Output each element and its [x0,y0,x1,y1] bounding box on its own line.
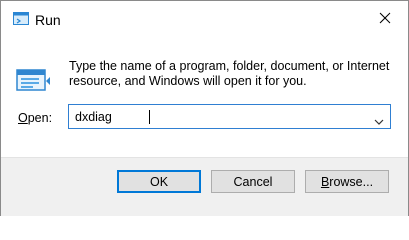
ok-button-label: OK [149,174,169,189]
browse-button-label: Browse... [321,175,373,189]
chevron-down-icon[interactable] [374,113,384,125]
run-icon [16,67,50,93]
run-dialog: Run Type the name of a program, folder, … [0,0,409,216]
dialog-content: Type the name of a program, folder, docu… [1,39,408,157]
open-input[interactable] [69,105,359,128]
open-label: Open: [18,111,52,125]
title-bar[interactable]: Run [1,1,408,39]
window-title: Run [35,12,61,28]
ok-button[interactable]: OK [117,170,201,193]
close-icon [379,11,391,29]
browse-label-text: rowse... [329,174,374,189]
close-button[interactable] [362,1,408,39]
cancel-button[interactable]: Cancel [211,170,295,193]
button-bar: OK Cancel Browse... [1,157,408,216]
cancel-button-label: Cancel [233,174,273,189]
run-app-icon [13,12,29,26]
open-label-text: pen: [27,111,53,125]
text-caret [149,110,150,124]
open-label-mnemonic: O [18,111,28,125]
browse-button[interactable]: Browse... [305,170,389,193]
dialog-description: Type the name of a program, folder, docu… [69,59,390,88]
open-combobox[interactable] [68,104,391,129]
